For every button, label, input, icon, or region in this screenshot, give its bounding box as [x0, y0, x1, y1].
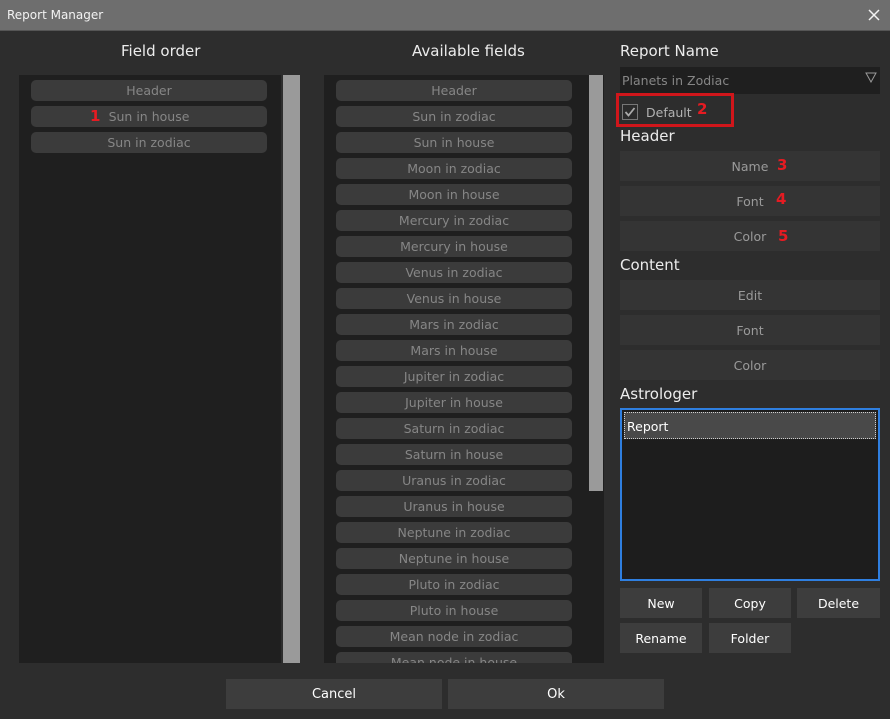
field-order-title: Field order — [121, 42, 201, 60]
astrologer-list[interactable]: Report — [620, 408, 880, 581]
available-field-item[interactable]: Mean node in zodiac — [336, 626, 572, 647]
folder-button[interactable]: Folder — [709, 623, 791, 653]
available-field-item[interactable]: Pluto in zodiac — [336, 574, 572, 595]
available-field-item[interactable]: Venus in house — [336, 288, 572, 309]
content-font-label: Font — [736, 322, 764, 338]
copy-button[interactable]: Copy — [709, 588, 791, 618]
available-field-item[interactable]: Mercury in house — [336, 236, 572, 257]
window-title: Report Manager — [7, 8, 104, 22]
available-field-item[interactable]: Uranus in zodiac — [336, 470, 572, 491]
new-button[interactable]: New — [620, 588, 702, 618]
available-field-item[interactable]: Neptune in zodiac — [336, 522, 572, 543]
content-edit-label: Edit — [737, 287, 763, 303]
available-field-item[interactable]: Sun in house — [336, 132, 572, 153]
available-field-item[interactable]: Uranus in house — [336, 496, 572, 517]
available-field-item[interactable]: Saturn in house — [336, 444, 572, 465]
available-field-item[interactable]: Pluto in house — [336, 600, 572, 621]
available-field-item[interactable]: Moon in zodiac — [336, 158, 572, 179]
report-name-title: Report Name — [620, 42, 719, 60]
field-order-item[interactable]: Sun in zodiac — [31, 132, 267, 153]
astrologer-list-item[interactable]: Report — [624, 412, 876, 439]
delete-button[interactable]: Delete — [797, 588, 880, 618]
available-field-item[interactable]: Mars in zodiac — [336, 314, 572, 335]
available-field-item[interactable]: Header — [336, 80, 572, 101]
field-order-list[interactable]: Header Sun in house Sun in zodiac — [19, 75, 281, 663]
header-section-title: Header — [620, 127, 675, 145]
rename-button[interactable]: Rename — [620, 623, 702, 653]
field-order-item[interactable]: Sun in house — [31, 106, 267, 127]
title-bar: Report Manager — [0, 0, 890, 31]
annotation-3: 3 — [777, 156, 788, 174]
field-order-item[interactable]: Header — [31, 80, 267, 101]
content-edit-button[interactable]: Edit — [620, 280, 880, 310]
header-font-button[interactable]: Font — [620, 186, 880, 216]
available-field-item[interactable]: Jupiter in house — [336, 392, 572, 413]
available-field-item[interactable]: Jupiter in zodiac — [336, 366, 572, 387]
available-field-item[interactable]: Mercury in zodiac — [336, 210, 572, 231]
content-color-label: Color — [733, 357, 767, 373]
available-field-item[interactable]: Neptune in house — [336, 548, 572, 569]
available-fields-scroll-thumb[interactable] — [589, 75, 603, 491]
field-order-scrollbar[interactable] — [283, 75, 300, 663]
available-field-item[interactable]: Moon in house — [336, 184, 572, 205]
content-color-button[interactable]: Color — [620, 350, 880, 380]
header-name-label: Name — [731, 158, 769, 174]
dropdown-triangle-icon[interactable] — [865, 71, 877, 86]
available-field-item[interactable]: Mean node in house — [336, 652, 572, 663]
available-field-item[interactable]: Saturn in zodiac — [336, 418, 572, 439]
header-name-button[interactable]: Name — [620, 151, 880, 181]
header-color-button[interactable]: Color — [620, 221, 880, 251]
astrologer-section-title: Astrologer — [620, 385, 698, 403]
available-fields-title: Available fields — [412, 42, 525, 60]
available-field-item[interactable]: Mars in house — [336, 340, 572, 361]
content-section-title: Content — [620, 256, 680, 274]
ok-button[interactable]: Ok — [448, 679, 664, 709]
report-name-dropdown[interactable]: Planets in Zodiac — [620, 67, 880, 94]
content-font-button[interactable]: Font — [620, 315, 880, 345]
annotation-4: 4 — [776, 190, 787, 208]
close-icon[interactable] — [864, 5, 884, 25]
available-field-item[interactable]: Venus in zodiac — [336, 262, 572, 283]
annotation-2: 2 — [697, 100, 708, 118]
available-fields-scrolltrack[interactable] — [588, 75, 604, 663]
annotation-5: 5 — [778, 227, 789, 245]
cancel-button[interactable]: Cancel — [226, 679, 442, 709]
header-color-label: Color — [733, 228, 767, 244]
report-name-value: Planets in Zodiac — [622, 73, 730, 88]
annotation-highlight-box — [616, 93, 734, 127]
header-font-label: Font — [736, 193, 764, 209]
annotation-1: 1 — [90, 107, 101, 125]
available-field-item[interactable]: Sun in zodiac — [336, 106, 572, 127]
available-fields-list[interactable]: Header Sun in zodiac Sun in house Moon in z… — [324, 75, 588, 663]
